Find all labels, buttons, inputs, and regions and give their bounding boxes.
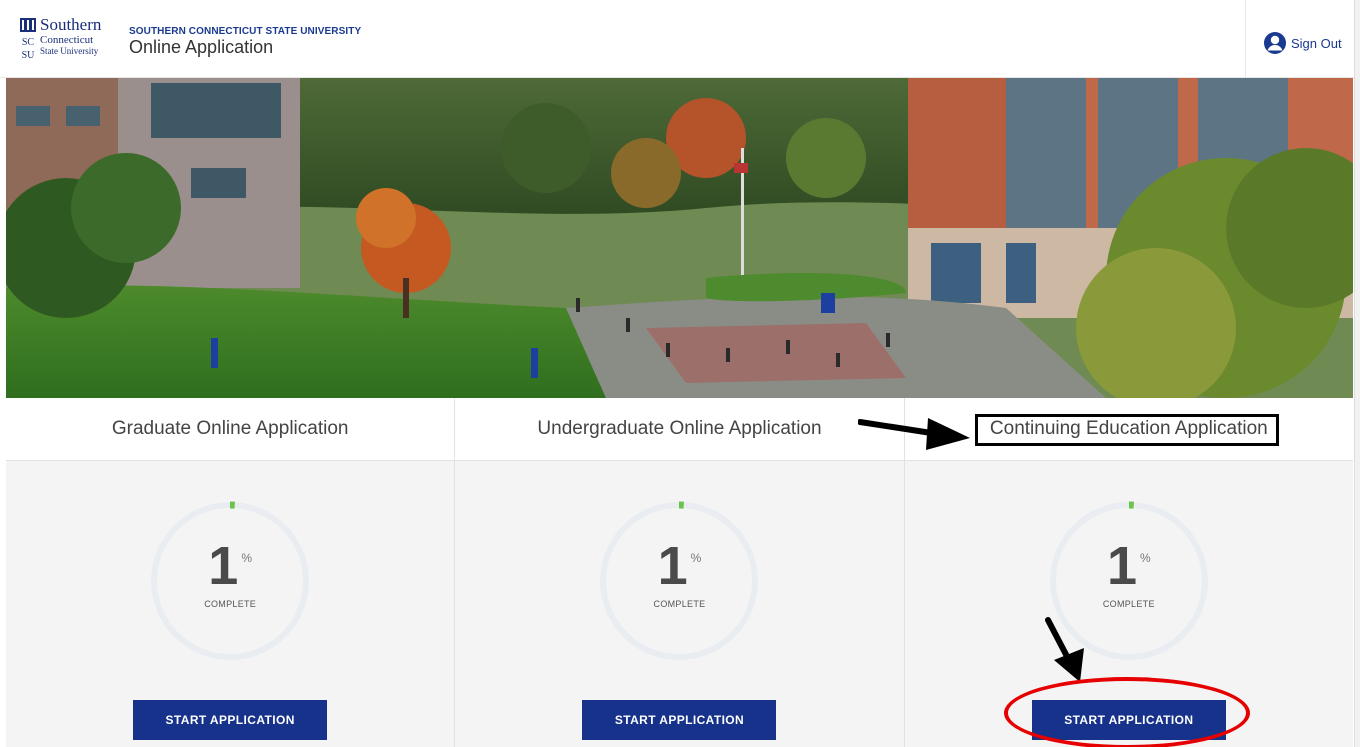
complete-label: COMPLETE	[653, 599, 706, 609]
card-body: 1% COMPLETE START APPLICATION	[904, 461, 1353, 747]
logo-mark-icon: SC SU	[20, 18, 36, 61]
progress-ring: 1% COMPLETE	[597, 499, 761, 663]
card-body: 1% COMPLETE START APPLICATION	[6, 461, 455, 747]
sign-out-label: Sign Out	[1291, 35, 1342, 51]
logo-line-1: Southern	[40, 15, 102, 34]
card-header: Graduate Online Application	[6, 398, 455, 461]
logo-line-3: State University	[40, 46, 99, 56]
sign-out-button[interactable]: Sign Out	[1263, 31, 1342, 55]
page: SC SU Southern Connecticut State Univers…	[0, 0, 1360, 747]
progress-ring: 1% COMPLETE	[1047, 499, 1211, 663]
card-title: Continuing Education Application	[989, 418, 1268, 439]
campus-hero-image	[6, 78, 1353, 398]
card-graduate: Graduate Online Application 1% COMPLETE …	[6, 398, 456, 747]
start-application-button-graduate[interactable]: START APPLICATION	[133, 700, 328, 740]
logo-mark-su: SU	[22, 50, 36, 61]
logo-line-2: Connecticut	[40, 34, 94, 46]
card-title: Graduate Online Application	[111, 418, 349, 439]
page-title: Online Application	[129, 37, 274, 57]
card-header: Continuing Education Application	[904, 398, 1353, 461]
start-application-button-undergraduate[interactable]: START APPLICATION	[582, 700, 777, 740]
header: SC SU Southern Connecticut State Univers…	[0, 0, 1360, 78]
start-application-button-continuing-education[interactable]: START APPLICATION	[1031, 700, 1226, 740]
campus-illustration	[6, 78, 1353, 398]
sign-out-area: Sign Out	[1245, 0, 1360, 78]
percent-symbol: %	[1140, 551, 1151, 565]
percent-value: 1	[208, 536, 239, 596]
card-title: Undergraduate Online Application	[537, 418, 822, 439]
page-scrollbar[interactable]	[1354, 0, 1360, 747]
progress-percent: 1%	[148, 539, 312, 593]
progress-percent: 1%	[597, 539, 761, 593]
percent-symbol: %	[690, 551, 702, 565]
progress-percent: 1%	[1047, 539, 1211, 593]
card-undergraduate: Undergraduate Online Application 1% COMP…	[455, 398, 905, 747]
application-cards: Graduate Online Application 1% COMPLETE …	[6, 398, 1353, 747]
complete-label: COMPLETE	[204, 599, 257, 609]
progress-ring: 1% COMPLETE	[148, 499, 312, 663]
university-logo[interactable]: SC SU Southern Connecticut State Univers…	[14, 16, 120, 66]
card-continuing-education: Continuing Education Application 1% COMP…	[904, 398, 1353, 747]
user-circle-icon	[1264, 32, 1286, 54]
percent-symbol: %	[241, 551, 253, 565]
card-body: 1% COMPLETE START APPLICATION	[455, 461, 904, 747]
university-name: SOUTHERN CONNECTICUT STATE UNIVERSITY	[129, 26, 362, 37]
logo-wordmark: Southern Connecticut State University	[40, 16, 101, 56]
card-header: Undergraduate Online Application	[455, 398, 904, 461]
percent-value: 1	[657, 536, 688, 596]
complete-label: COMPLETE	[1102, 599, 1155, 609]
logo-mark-sc: SC	[22, 37, 35, 48]
percent-value: 1	[1106, 536, 1137, 596]
